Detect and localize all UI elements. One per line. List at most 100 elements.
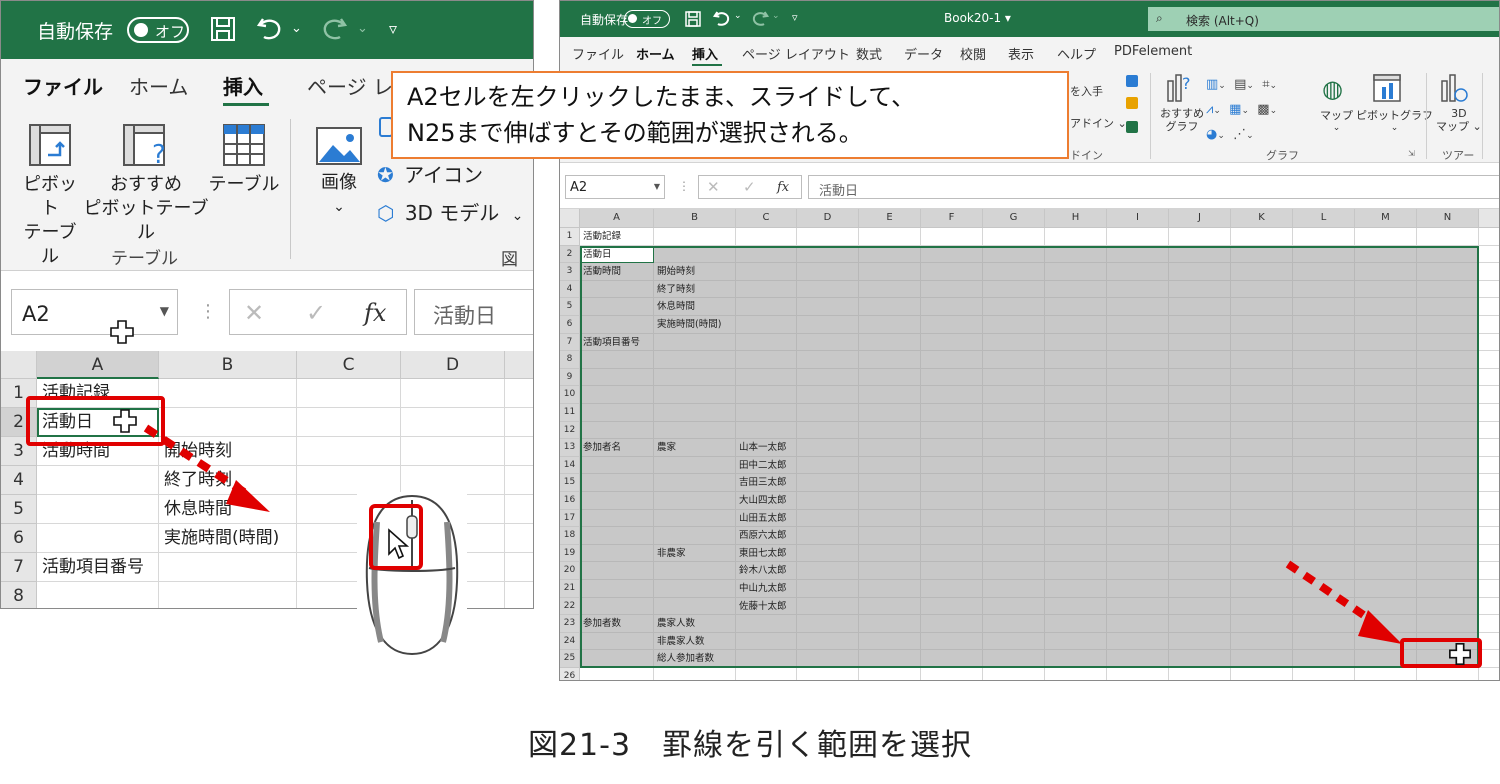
cell-c1[interactable] [736,228,797,246]
tab-view[interactable]: 表示 [1008,44,1034,63]
tab-file[interactable]: ファイル [572,44,624,63]
cell-d2[interactable] [401,408,505,437]
row-header[interactable]: 6 [560,316,580,334]
cell-l1[interactable] [1293,228,1355,246]
cell-b1[interactable] [654,228,736,246]
image-button[interactable]: 画像 ⌄ [309,125,369,219]
column-header[interactable]: H [1045,209,1107,228]
recommended-chart-icon[interactable]: ? [1166,71,1196,109]
column-header[interactable]: C [297,351,401,379]
tab-formulas[interactable]: 数式 [856,44,882,63]
column-header[interactable]: B [159,351,297,379]
column-header[interactable]: G [983,209,1045,228]
pivot-chart-icon[interactable] [1372,73,1402,107]
column-header[interactable]: A [580,209,654,228]
formula-input[interactable]: 活動日 [808,175,1499,199]
row-header[interactable]: 4 [1,466,37,495]
column-header[interactable]: K [1231,209,1293,228]
name-box[interactable]: A2 ▼ [11,289,178,335]
pie-chart-icon[interactable]: ◕ [1206,127,1217,142]
map-button[interactable]: マップ ⌄ [1320,107,1353,133]
cell-d26[interactable] [797,668,859,680]
column-header[interactable]: D [401,351,505,379]
cancel-icon[interactable]: ✕ [707,178,720,196]
cell-m26[interactable] [1355,668,1417,680]
row-header[interactable]: 5 [1,495,37,524]
cell-n1[interactable] [1417,228,1479,246]
visio-icon[interactable] [1126,75,1138,87]
customize-quick-access-icon[interactable]: ▿ [389,19,397,38]
row-header[interactable]: 10 [560,386,580,404]
undo-dropdown-icon[interactable]: ⌄ [291,21,302,36]
cell-m1[interactable] [1355,228,1417,246]
dialog-launcher-icon[interactable]: ⇲ [1408,149,1415,158]
insert-function-icon[interactable]: fx [364,299,386,327]
tab-home[interactable]: ホーム [636,44,675,63]
cell-j26[interactable] [1169,668,1231,680]
tab-page-layout[interactable]: ページ レイアウト [742,44,850,63]
cell-a7[interactable]: 活動項目番号 [37,553,159,582]
cell-j1[interactable] [1169,228,1231,246]
cell-i1[interactable] [1107,228,1169,246]
enter-icon[interactable]: ✓ [743,178,756,196]
icon-button[interactable]: ✪ アイコン [377,159,483,188]
cell-c2[interactable] [297,408,401,437]
row-header[interactable]: 8 [1,582,37,608]
select-all-corner[interactable] [1,351,37,379]
row-header[interactable]: 18 [560,527,580,545]
row-header[interactable]: 7 [1,553,37,582]
cell-d1[interactable] [401,379,505,408]
row-header[interactable]: 6 [1,524,37,553]
cell-a26[interactable] [580,668,654,680]
people-graph-icon[interactable] [1126,121,1138,133]
bing-maps-icon[interactable] [1126,97,1138,109]
cell-b7[interactable] [159,553,297,582]
row-header[interactable]: 24 [560,632,580,651]
row-header[interactable]: 11 [560,404,580,422]
enter-icon[interactable]: ✓ [306,299,326,327]
hierarchy-chart-icon[interactable]: ▤ [1234,77,1246,92]
3d-model-button[interactable]: ⬡ 3D モデル ⌄ [377,197,523,226]
cell-b1[interactable] [159,379,297,408]
redo-dropdown-icon[interactable]: ⌄ [357,21,368,36]
tab-pdfelement[interactable]: PDFelement [1114,44,1192,59]
insert-function-icon[interactable]: fx [777,180,789,195]
cell-f26[interactable] [921,668,983,680]
row-header[interactable]: 7 [560,333,580,352]
cell-a8[interactable] [37,582,159,608]
row-header[interactable]: 14 [560,456,580,475]
cell-d1[interactable] [797,228,859,246]
column-header[interactable]: J [1169,209,1231,228]
row-header[interactable]: 26 [560,668,580,680]
recommended-pivot-table-button[interactable]: ? おすすめ ピボットテーブル [83,121,209,245]
column-header[interactable]: L [1293,209,1355,228]
cell-l26[interactable] [1293,668,1355,680]
row-header[interactable]: 12 [560,421,580,440]
cancel-icon[interactable]: ✕ [244,299,264,327]
redo-icon[interactable] [319,13,349,49]
waterfall-chart-icon[interactable]: ⌗ [1262,77,1269,92]
cell-b8[interactable] [159,582,297,608]
row-header[interactable]: 16 [560,492,580,510]
tab-insert[interactable]: 挿入 [223,71,263,100]
undo-icon[interactable] [712,8,732,32]
cell-k26[interactable] [1231,668,1293,680]
3d-map-button[interactable]: 3D マップ ⌄ [1436,107,1482,133]
cell-h26[interactable] [1045,668,1107,680]
table-button[interactable]: テーブル [207,121,281,197]
tab-page-layout[interactable]: ページ レ [307,71,393,100]
workbook-title[interactable]: Book20-1 ▾ [944,11,1011,25]
row-header[interactable]: 9 [560,368,580,387]
redo-dropdown-icon[interactable]: ⌄ [772,11,780,21]
cell-g1[interactable] [983,228,1045,246]
select-all-corner[interactable] [560,209,580,228]
3d-map-icon[interactable] [1438,73,1468,107]
cell-c1[interactable] [297,379,401,408]
row-header[interactable]: 4 [560,280,580,299]
undo-icon[interactable] [255,13,285,49]
column-chart-icon[interactable]: ▥ [1206,77,1218,92]
recommended-chart-button[interactable]: おすすめ グラフ [1160,107,1204,133]
get-addins-button[interactable]: を入手 [1070,83,1103,99]
cell-b26[interactable] [654,668,736,680]
cell-e1[interactable] [859,228,921,246]
